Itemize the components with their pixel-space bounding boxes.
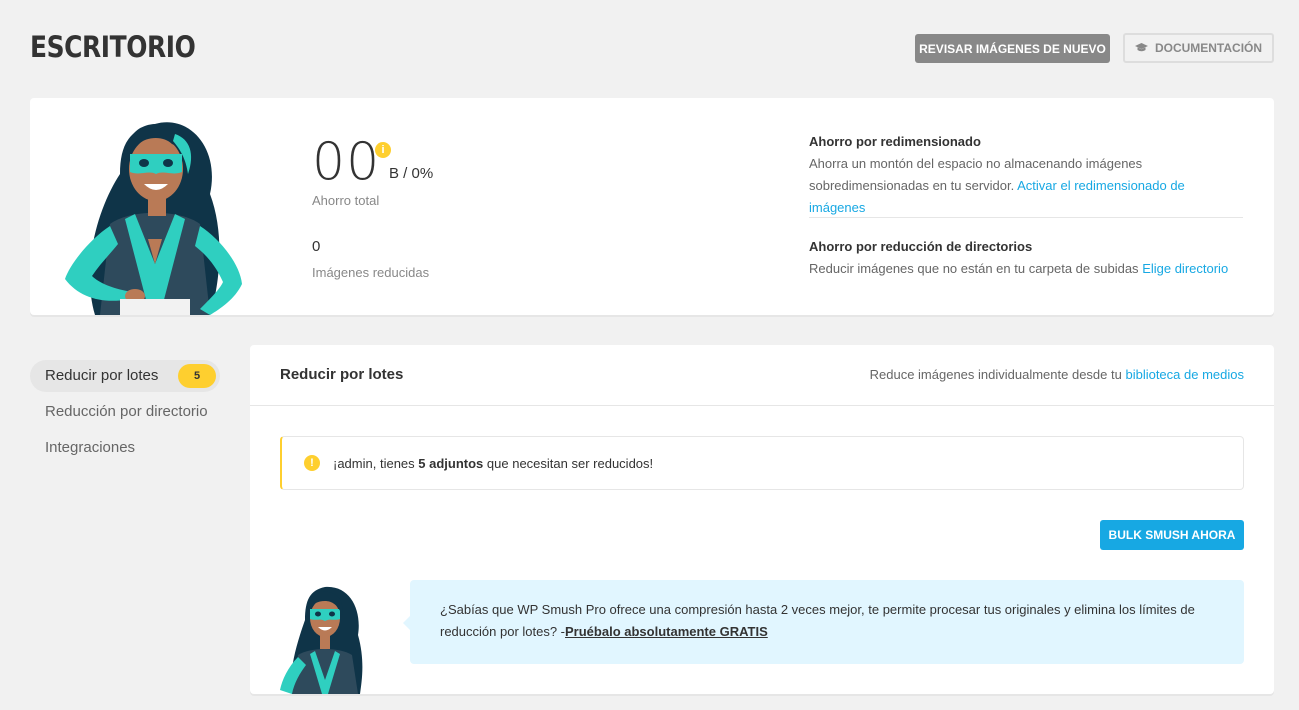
documentation-label: DOCUMENTACIÓN: [1154, 41, 1263, 55]
images-reduced-label: Imágenes reducidas: [312, 265, 430, 280]
directory-savings-title: Ahorro por reducción de directorios: [809, 239, 1033, 254]
images-reduced-count: 0: [312, 238, 321, 255]
media-library-link[interactable]: biblioteca de medios: [1125, 367, 1244, 382]
bulk-smush-box: Reducir por lotes Reduce imágenes indivi…: [250, 345, 1274, 694]
page-title: ESCRITORIO: [30, 30, 196, 64]
pro-upsell-text: ¿Sabías que WP Smush Pro ofrece una comp…: [440, 602, 1195, 639]
total-savings-label: Ahorro total: [312, 193, 380, 208]
bulk-smush-title: Reducir por lotes: [280, 366, 404, 383]
savings-unit: B / 0%: [389, 165, 434, 182]
count-badge: 5: [178, 364, 216, 388]
sidebar-item-label: Integraciones: [45, 439, 136, 456]
divider: [809, 217, 1243, 218]
media-library-note-text: Reduce imágenes individualmente desde tu: [869, 367, 1122, 382]
sidebar-item-bulk-smush[interactable]: Reducir por lotes 5: [30, 360, 220, 392]
recheck-images-button[interactable]: REVISAR IMÁGENES DE NUEVO: [915, 34, 1110, 63]
media-library-note: Reduce imágenes individualmente desde tu…: [870, 367, 1244, 382]
documentation-button[interactable]: DOCUMENTACIÓN: [1123, 33, 1274, 63]
sidebar-item-label: Reducir por lotes: [45, 367, 159, 384]
mascot-illustration: [65, 122, 242, 315]
warning-icon: !: [304, 455, 320, 471]
sidebar-item-integrations[interactable]: Integraciones: [30, 432, 220, 464]
total-savings-value: 00: [312, 132, 381, 192]
free-trial-link[interactable]: Pruébalo absolutamente GRATIS: [565, 624, 768, 639]
attachments-notice: ! ¡admin, tienes 5 adjuntos que necesita…: [280, 436, 1244, 490]
resize-savings-title: Ahorro por redimensionado: [809, 134, 981, 149]
mascot-small-illustration: [280, 586, 363, 694]
info-icon[interactable]: i: [375, 142, 391, 158]
graduation-cap-icon: [1134, 43, 1148, 52]
notice-suffix: que necesitan ser reducidos!: [486, 455, 654, 471]
sidebar-item-directory-smush[interactable]: Reducción por directorio: [30, 396, 220, 428]
directory-savings-section: Ahorro por reducción de directorios Redu…: [809, 236, 1243, 280]
bulk-smush-now-button[interactable]: BULK SMUSH AHORA: [1100, 520, 1244, 550]
sidebar: Reducir por lotes 5 Reducción por direct…: [30, 360, 220, 468]
sidebar-item-label: Reducción por directorio: [45, 403, 208, 420]
bulk-smush-header: Reducir por lotes Reduce imágenes indivi…: [250, 345, 1274, 406]
resize-savings-section: Ahorro por redimensionado Ahorra un mont…: [809, 131, 1243, 219]
pro-upsell-message: ¿Sabías que WP Smush Pro ofrece una comp…: [403, 580, 1244, 664]
choose-directory-link[interactable]: Elige directorio: [1142, 261, 1228, 276]
summary-box: 00 i B / 0% Ahorro total 0 Imágenes redu…: [30, 98, 1274, 315]
directory-savings-text: Reducir imágenes que no están en tu carp…: [809, 261, 1139, 276]
notice-prefix: ¡admin, tienes: [333, 455, 415, 471]
notice-count: 5 adjuntos: [418, 455, 484, 471]
